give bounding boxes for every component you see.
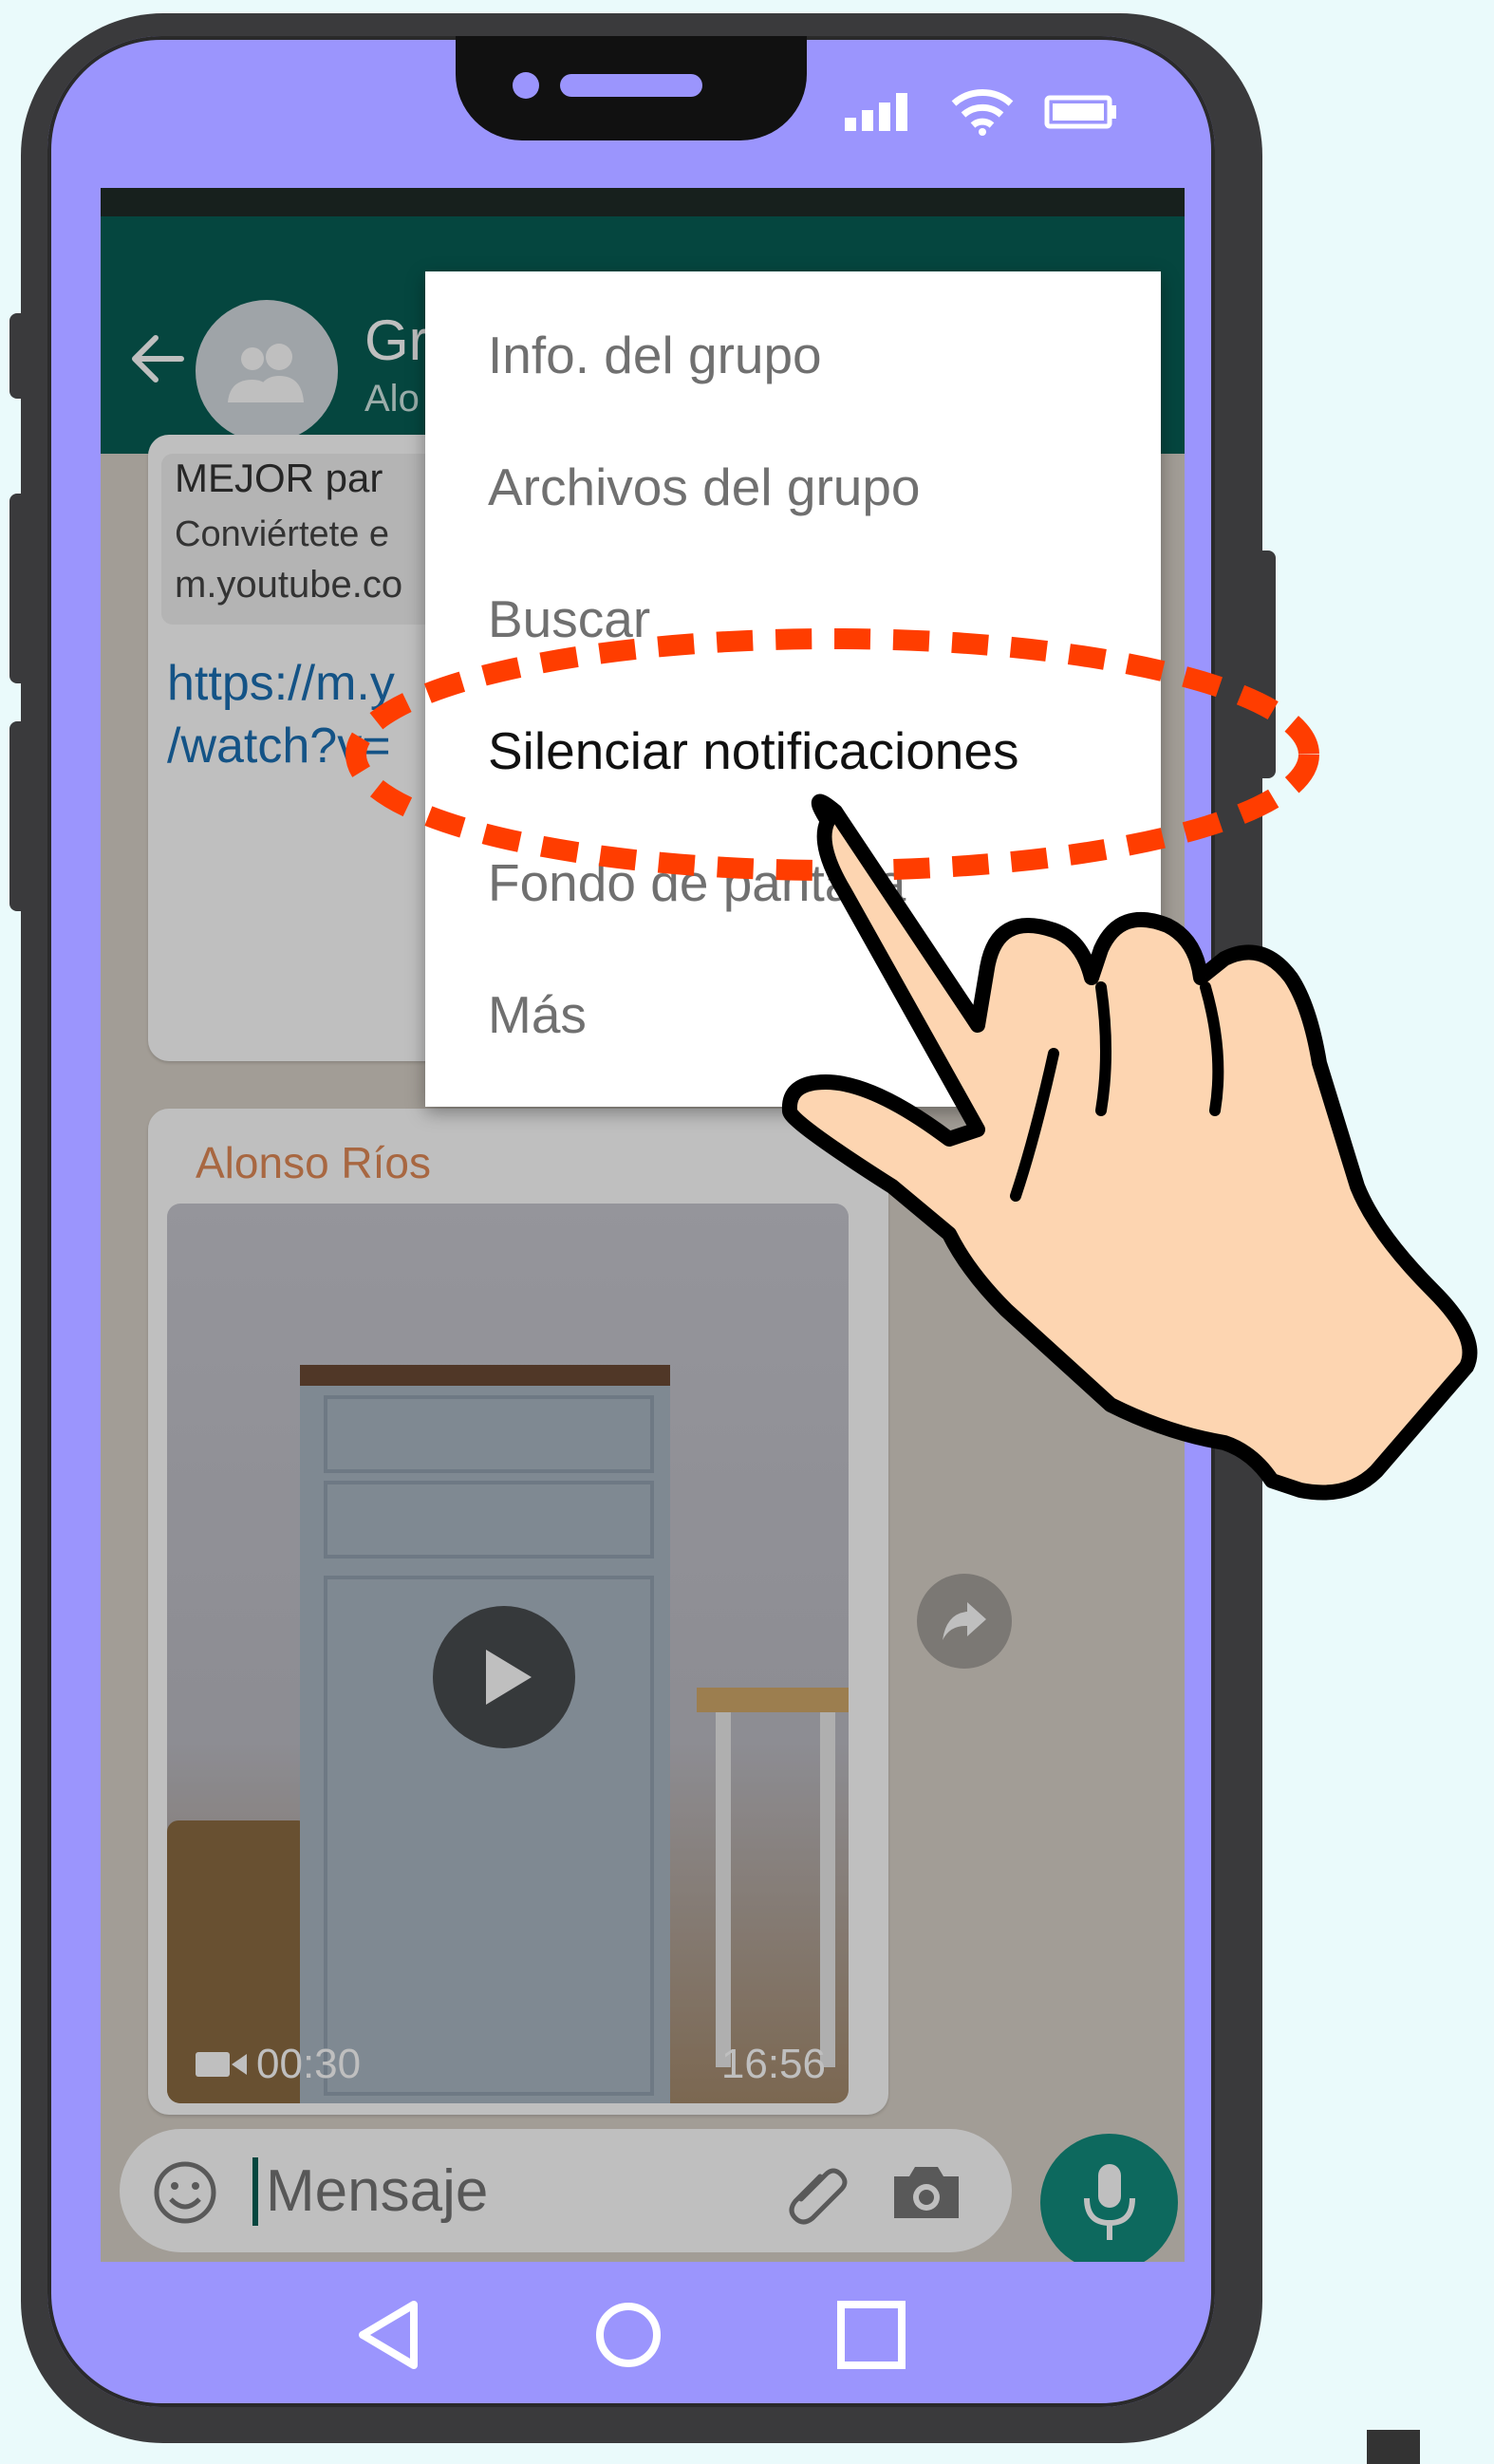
tutorial-overlay — [345, 628, 1478, 2464]
corner-mark — [1367, 2430, 1420, 2464]
pointing-hand-icon — [781, 793, 1478, 1501]
